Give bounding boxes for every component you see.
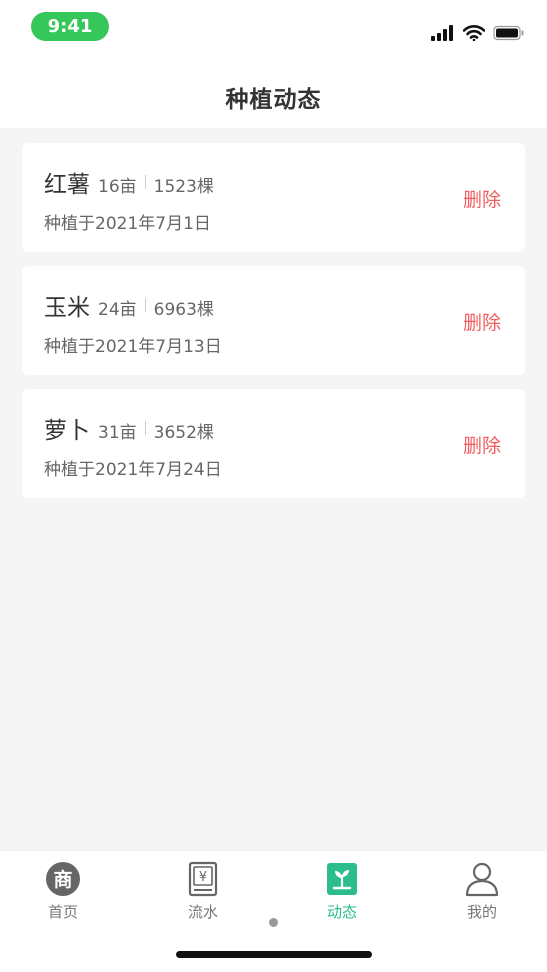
tab-profile[interactable]: 我的 [442, 861, 522, 922]
status-time: 9:41 [31, 12, 109, 41]
crop-count: 6963棵 [153, 300, 214, 320]
tab-label: 动态 [326, 903, 357, 921]
planting-card: 玉米 24亩 6963棵 种植于2021年7月13日 删除 [22, 266, 525, 375]
planting-list: 红薯 16亩 1523棵 种植于2021年7月1日 删除 玉米 24亩 6963… [22, 143, 525, 512]
sprout-icon [327, 863, 357, 895]
tab-label: 流水 [187, 903, 218, 921]
divider [144, 421, 146, 435]
divider [144, 175, 146, 189]
page-indicator-dot [269, 918, 278, 927]
delete-button[interactable]: 删除 [463, 431, 501, 458]
card-summary: 玉米 24亩 6963棵 [44, 288, 214, 322]
tab-label: 首页 [47, 903, 78, 921]
crop-count: 3652棵 [153, 423, 214, 443]
svg-text:¥: ¥ [199, 870, 207, 885]
user-icon [465, 862, 499, 897]
page-title: 种植动态 [225, 87, 322, 113]
planting-date: 种植于2021年7月24日 [44, 460, 222, 480]
planting-card: 萝卜 31亩 3652棵 种植于2021年7月24日 删除 [22, 389, 525, 498]
battery-icon [493, 25, 524, 41]
card-summary: 萝卜 31亩 3652棵 [44, 411, 214, 445]
wifi-icon [463, 25, 485, 41]
card-summary: 红薯 16亩 1523棵 [44, 165, 214, 199]
tab-home[interactable]: 商 首页 [23, 861, 103, 922]
planting-date: 种植于2021年7月1日 [44, 214, 211, 234]
crop-name: 萝卜 [44, 418, 90, 444]
crop-name: 玉米 [44, 295, 90, 321]
planting-card: 红薯 16亩 1523棵 种植于2021年7月1日 删除 [22, 143, 525, 252]
home-indicator[interactable] [176, 951, 372, 958]
delete-button[interactable]: 删除 [463, 185, 501, 212]
ledger-icon: ¥ [188, 861, 218, 897]
shop-icon: 商 [46, 862, 80, 896]
nav-bar: 种植动态 [0, 58, 547, 128]
crop-area: 31亩 [98, 423, 137, 443]
crop-area: 24亩 [98, 300, 137, 320]
svg-text:商: 商 [53, 868, 72, 891]
delete-button[interactable]: 删除 [463, 308, 501, 335]
divider [144, 298, 146, 312]
status-icons [431, 24, 525, 42]
crop-count: 1523棵 [153, 177, 214, 197]
signal-icon [431, 25, 453, 41]
crop-name: 红薯 [44, 172, 90, 198]
crop-area: 16亩 [98, 177, 137, 197]
tab-updates[interactable]: 动态 [302, 861, 382, 922]
status-bar: 9:41 [0, 0, 547, 58]
tab-label: 我的 [466, 903, 497, 921]
planting-date: 种植于2021年7月13日 [44, 337, 222, 357]
tab-ledger[interactable]: ¥ 流水 [163, 861, 243, 922]
